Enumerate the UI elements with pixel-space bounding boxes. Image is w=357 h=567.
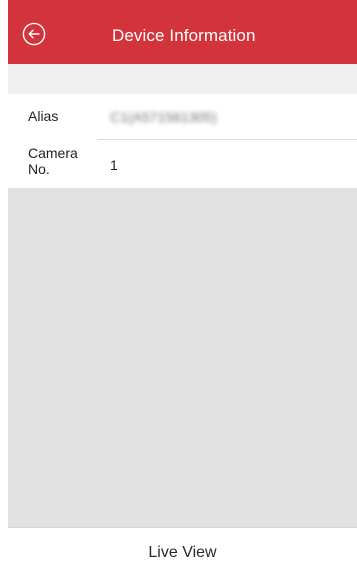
alias-label: Alias xyxy=(28,108,59,124)
screen-edge xyxy=(0,0,8,567)
app-header: Device Information xyxy=(8,0,357,64)
camera-number-label: Camera No. xyxy=(28,145,78,177)
empty-content-area xyxy=(8,188,357,527)
alias-row: Alias C1(A571561305) xyxy=(8,94,357,140)
back-arrow-circle-icon[interactable] xyxy=(22,22,46,46)
page-title: Device Information xyxy=(112,26,256,45)
section-spacer xyxy=(8,64,357,94)
live-view-button[interactable]: Live View xyxy=(8,527,357,567)
device-info-list: Alias C1(A571561305) Camera No. 1 xyxy=(8,94,357,188)
alias-value: C1(A571561305) xyxy=(110,109,217,125)
live-view-label: Live View xyxy=(148,544,217,561)
device-information-screen: Device Information Alias C1(A571561305) … xyxy=(8,0,357,567)
camera-number-row: Camera No. 1 xyxy=(8,140,357,188)
camera-number-value: 1 xyxy=(110,157,118,173)
